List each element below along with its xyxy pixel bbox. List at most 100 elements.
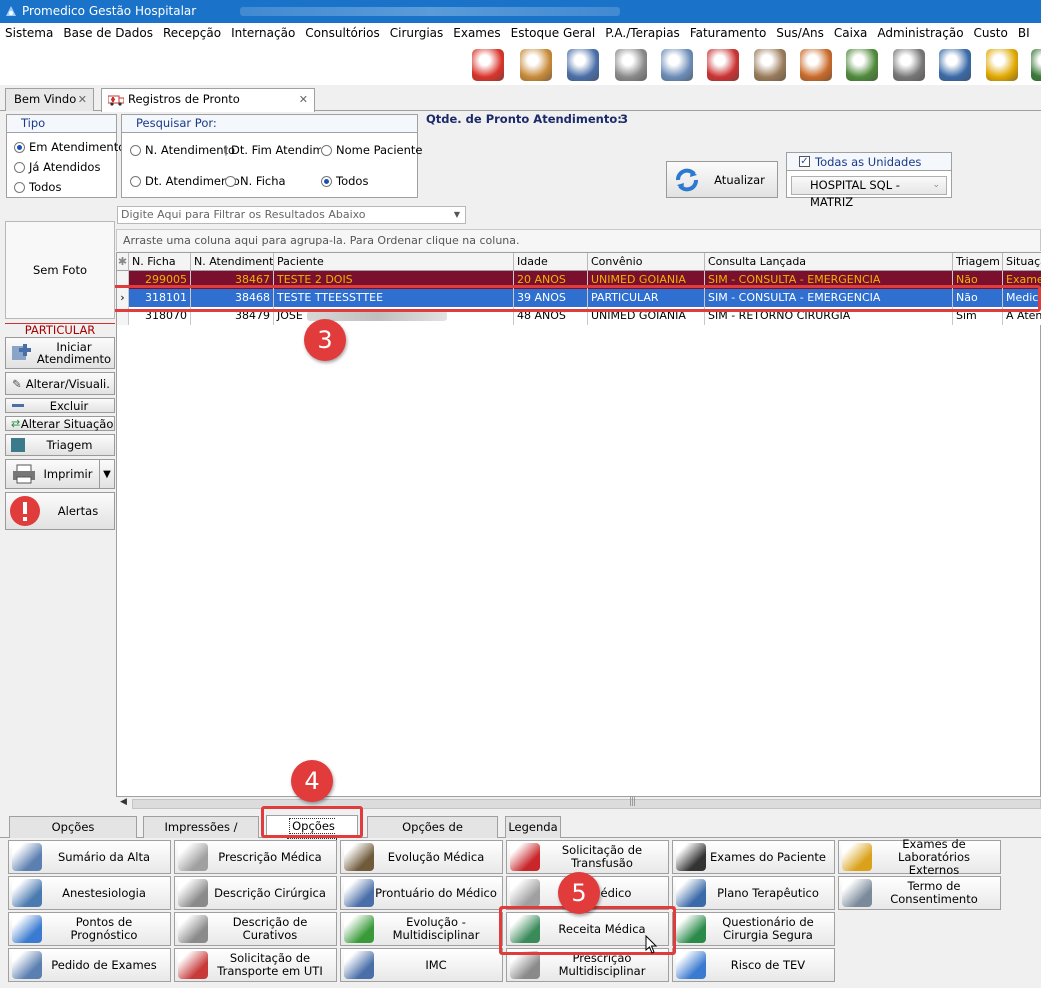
todas-unidades-checkbox[interactable]: ✓ Todas as Unidades (787, 153, 951, 171)
stock-icon[interactable] (800, 49, 832, 81)
tab-opcoes-administrativas[interactable]: Opções Adminstrativas (9, 816, 137, 854)
action-prognosis-button[interactable]: Pontos de Prognóstico (8, 912, 171, 946)
action-ambulance-button[interactable]: Solicitação de Transporte em UTI (174, 948, 337, 982)
safe-icon[interactable] (893, 49, 925, 81)
action-doctors-button[interactable]: Evolução Médica (340, 840, 503, 874)
reception-icon[interactable] (520, 49, 552, 81)
radio-dt-fim-atendimento[interactable]: Dt. Fim Atendime (225, 143, 321, 157)
menu-item-11[interactable]: Caixa (829, 26, 873, 40)
selected-row-highlight (109, 285, 1041, 312)
menu-item-12[interactable]: Administração (872, 26, 968, 40)
action-risk-button[interactable]: Risco de TEV (672, 948, 835, 982)
close-icon[interactable]: ✕ (299, 89, 308, 110)
column-header[interactable]: Convênio (588, 253, 705, 271)
patient-photo: Sem Foto (5, 221, 115, 319)
action-therapy-plan-button[interactable]: Plano Terapêutico (672, 876, 835, 910)
alertas-button[interactable]: Alertas (5, 492, 115, 530)
radio-dt-atendimento[interactable]: Dt. Atendimento (130, 174, 240, 188)
exam-request-icon (12, 951, 42, 979)
menu-item-7[interactable]: Estoque Geral (506, 26, 601, 40)
action-consent-button[interactable]: Termo de Consentimento (838, 876, 1001, 910)
filter-input[interactable]: Digite Aqui para Filtrar os Resultados A… (117, 206, 466, 224)
tab-legenda[interactable]: Legenda (505, 816, 561, 838)
menu-item-2[interactable]: Recepção (158, 26, 226, 40)
menu-item-0[interactable]: Sistema (0, 26, 58, 40)
action-summary-button[interactable]: Sumário da Alta (8, 840, 171, 874)
horizontal-scrollbar[interactable]: ◀ ||| (116, 797, 1041, 811)
radio-nome-paciente[interactable]: Nome Paciente (321, 143, 423, 157)
radio-n-ficha[interactable]: N. Ficha (225, 174, 286, 188)
radio-ja-atendidos[interactable]: Já Atendidos (14, 160, 100, 174)
tab-impressoes-outros[interactable]: Impressões / Outros (143, 816, 259, 854)
menu-item-4[interactable]: Consultórios (300, 26, 384, 40)
multi-prescription-icon (510, 951, 540, 979)
scroll-left-icon[interactable]: ◀ (120, 797, 127, 807)
alterar-visualizar-button[interactable]: ✎ Alterar/Visuali. (5, 372, 115, 395)
action-lab-flask-button[interactable]: Exames de Laboratórios Externos (838, 837, 1001, 876)
ambulance-icon[interactable] (707, 49, 739, 81)
alterar-situacao-button[interactable]: ⇄ Alterar Situação (5, 416, 115, 431)
pesquisar-title: Pesquisar Por: (122, 115, 417, 133)
action-doctor-record-button[interactable]: Prontuário do Médico (340, 876, 503, 910)
iniciar-atendimento-button[interactable]: Iniciar Atendimento (5, 337, 115, 369)
minus-icon (12, 404, 24, 407)
convenio-label: PARTICULAR (5, 323, 115, 337)
action-surgery-checklist-button[interactable]: Questionário de Cirurgia Segura (672, 912, 835, 946)
radio-em-atendimento[interactable]: Em Atendimento (14, 140, 125, 154)
action-bmi-button[interactable]: IMC (340, 948, 503, 982)
action-evolution-chart-button[interactable]: Evolução - Multidisciplinar (340, 912, 503, 946)
cash-register-icon[interactable] (939, 49, 971, 81)
action-blood-bag-button[interactable]: Solicitação de Transfusão (506, 840, 669, 874)
menu-item-8[interactable]: P.A./Terapias (600, 26, 685, 40)
book-icon[interactable] (1031, 49, 1041, 81)
column-header[interactable]: Situação (1003, 253, 1041, 271)
tab-bem-vindo[interactable]: Bem Vindo ✕ (5, 88, 94, 111)
menu-item-5[interactable]: Cirurgias (385, 26, 449, 40)
menu-item-9[interactable]: Faturamento (685, 26, 771, 40)
column-header[interactable]: Triagem (953, 253, 1003, 271)
prescription-icon[interactable] (615, 49, 647, 81)
phone-icon[interactable] (986, 49, 1018, 81)
atualizar-button[interactable]: Atualizar (666, 161, 778, 198)
menu-item-6[interactable]: Exames (448, 26, 505, 40)
qtde-label: Qtde. de Pronto Atendimento: (426, 112, 622, 126)
action-bandage-button[interactable]: Descrição de Curativos (174, 912, 337, 946)
doctor-icon[interactable] (567, 49, 599, 81)
radio-n-atendimento[interactable]: N. Atendimento (130, 143, 235, 157)
action-binoculars-button[interactable]: Exames do Paciente (672, 840, 835, 874)
triagem-button[interactable]: Triagem (5, 434, 115, 456)
menu-item-10[interactable]: Sus/Ans (771, 26, 829, 40)
column-header[interactable]: N. Ficha (129, 253, 191, 271)
action-syringe-button[interactable]: Anestesiologia (8, 876, 171, 910)
doctor-record-icon (344, 879, 374, 907)
tab-registros-pronto-atendimento[interactable]: Registros de Pronto Atendimento ✕ (101, 88, 315, 127)
pronto-atendimento-grid: ✱ N. Ficha N. Atendimento Paciente Idade Con… (116, 252, 1041, 797)
radio-pesquisar-todos[interactable]: Todos (321, 174, 368, 188)
lab-icon[interactable] (754, 49, 786, 81)
money-icon[interactable] (846, 49, 878, 81)
radio-todos[interactable]: Todos (14, 180, 61, 194)
action-exam-request-button[interactable]: Pedido de Exames (8, 948, 171, 982)
column-header[interactable]: Idade (514, 253, 588, 271)
close-icon[interactable]: ✕ (78, 89, 87, 110)
tab-opcoes-enfermagem[interactable]: Opções de Enfermagem (367, 816, 498, 854)
hospital-bed-icon[interactable] (661, 49, 693, 81)
column-header[interactable]: Consulta Lançada (705, 253, 953, 271)
imprimir-dropdown-icon[interactable]: ▼ (99, 460, 114, 488)
doctors-icon (344, 843, 374, 871)
refresh-users-icon[interactable] (472, 49, 504, 81)
column-header[interactable]: N. Atendimento (191, 253, 274, 271)
action-surgery-doc-button[interactable]: Descrição Cirúrgica (174, 876, 337, 910)
action-prescription-pad-button[interactable]: Prescrição Médica (174, 840, 337, 874)
menu-item-3[interactable]: Internação (226, 26, 300, 40)
step-badge-4: 4 (291, 760, 333, 802)
unidade-select[interactable]: HOSPITAL SQL - MATRIZ ⌄ (791, 176, 947, 209)
menu-item-14[interactable]: BI (1013, 26, 1035, 40)
column-header[interactable]: Paciente (274, 253, 514, 271)
dropdown-arrow-icon[interactable]: ▼ (454, 207, 460, 223)
menu-item-1[interactable]: Base de Dados (58, 26, 158, 40)
excluir-button[interactable]: Excluir (5, 398, 115, 413)
consent-icon (842, 879, 872, 907)
imprimir-button[interactable]: Imprimir ▼ (5, 459, 115, 489)
menu-item-13[interactable]: Custo (969, 26, 1013, 40)
